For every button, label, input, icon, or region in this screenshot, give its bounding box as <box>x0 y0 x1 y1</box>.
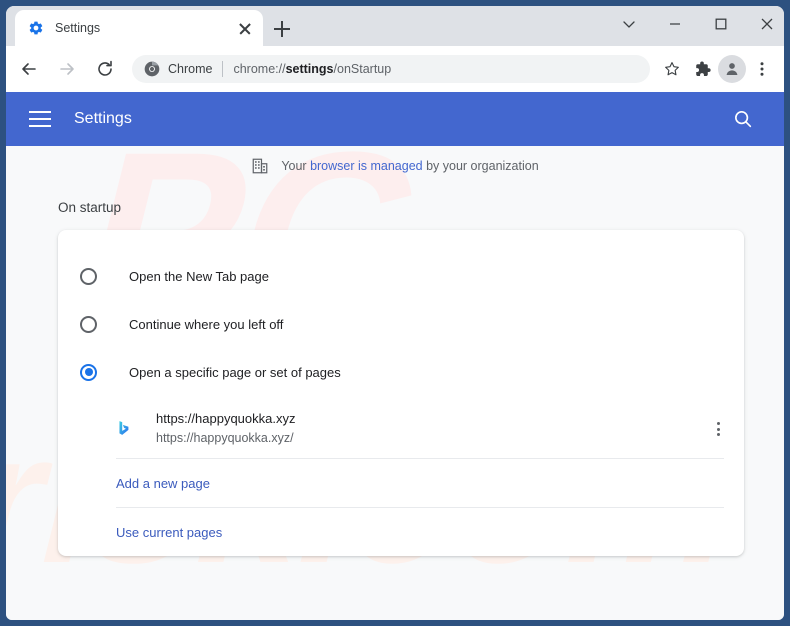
hamburger-menu-icon[interactable] <box>29 111 51 127</box>
use-current-pages-button[interactable]: Use current pages <box>58 508 744 556</box>
on-startup-card: Open the New Tab page Continue where you… <box>58 230 744 556</box>
startup-page-row: https://happyquokka.xyz https://happyquo… <box>58 398 744 458</box>
browser-toolbar: Chrome chrome://settings/onStartup <box>6 46 784 92</box>
use-current-pages-label: Use current pages <box>116 524 223 540</box>
managed-browser-link[interactable]: browser is managed <box>310 159 423 173</box>
add-new-page-label: Add a new page <box>116 475 210 491</box>
gear-icon <box>29 21 43 35</box>
startup-page-title: https://happyquokka.xyz <box>156 410 296 426</box>
extensions-puzzle-icon[interactable] <box>688 55 716 83</box>
tab-search-icon[interactable] <box>606 8 652 40</box>
reload-icon[interactable] <box>90 54 120 84</box>
url-bold: settings <box>285 62 334 76</box>
url-prefix: chrome:// <box>233 62 286 76</box>
radio-option-new-tab-page[interactable]: Open the New Tab page <box>58 252 744 300</box>
chrome-icon <box>144 61 160 77</box>
managed-text-before: Your <box>281 159 311 173</box>
new-tab-button[interactable] <box>268 15 296 43</box>
settings-page: PC risk.com Settings <box>6 92 784 620</box>
omnibox-separator <box>222 61 224 77</box>
search-icon[interactable] <box>728 104 758 134</box>
radio-option-continue-where-left-off[interactable]: Continue where you left off <box>58 300 744 348</box>
managed-text-after: by your organization <box>422 159 539 173</box>
chrome-badge: Chrome <box>144 61 212 77</box>
tab-strip: Settings <box>6 6 784 46</box>
close-icon[interactable] <box>237 20 253 36</box>
profile-avatar-icon[interactable] <box>718 55 746 83</box>
maximize-icon[interactable] <box>698 8 744 40</box>
page-title: Settings <box>74 110 132 127</box>
radio-icon-selected[interactable] <box>80 363 97 381</box>
radio-label: Open a specific page or set of pages <box>129 364 341 380</box>
back-icon[interactable] <box>14 54 44 84</box>
url-suffix: /onStartup <box>333 62 392 76</box>
managed-browser-banner: Your browser is managed by your organiza… <box>6 146 784 186</box>
startup-page-texts: https://happyquokka.xyz https://happyquo… <box>156 410 706 447</box>
forward-icon[interactable] <box>52 54 82 84</box>
bing-icon <box>119 421 129 435</box>
startup-page-url: https://happyquokka.xyz/ <box>156 430 294 445</box>
radio-label: Open the New Tab page <box>129 268 269 284</box>
chrome-badge-label: Chrome <box>168 62 213 76</box>
settings-header: Settings <box>6 92 784 146</box>
section-title: On startup <box>58 200 122 215</box>
tab-settings[interactable]: Settings <box>15 10 263 46</box>
managed-banner-text: Your browser is managed by your organiza… <box>281 159 538 173</box>
address-bar[interactable]: Chrome chrome://settings/onStartup <box>132 55 650 83</box>
radio-option-specific-pages[interactable]: Open a specific page or set of pages <box>58 348 744 396</box>
omnibox-url: chrome://settings/onStartup <box>233 62 642 76</box>
bookmark-star-icon[interactable] <box>658 55 686 83</box>
chrome-menu-icon[interactable] <box>748 55 776 83</box>
tab-title: Settings <box>55 21 101 35</box>
minimize-icon[interactable] <box>652 8 698 40</box>
add-new-page-button[interactable]: Add a new page <box>58 459 744 507</box>
building-icon <box>252 158 268 174</box>
more-actions-icon[interactable] <box>706 413 730 443</box>
window-close-icon[interactable] <box>744 8 784 40</box>
radio-icon[interactable] <box>80 315 97 333</box>
browser-window: Settings Chrome chrome://settings/onStar… <box>0 0 790 626</box>
radio-label: Continue where you left off <box>129 316 284 332</box>
browser-window-inner: Settings Chrome chrome://settings/onStar… <box>6 6 784 620</box>
radio-icon[interactable] <box>80 267 97 285</box>
